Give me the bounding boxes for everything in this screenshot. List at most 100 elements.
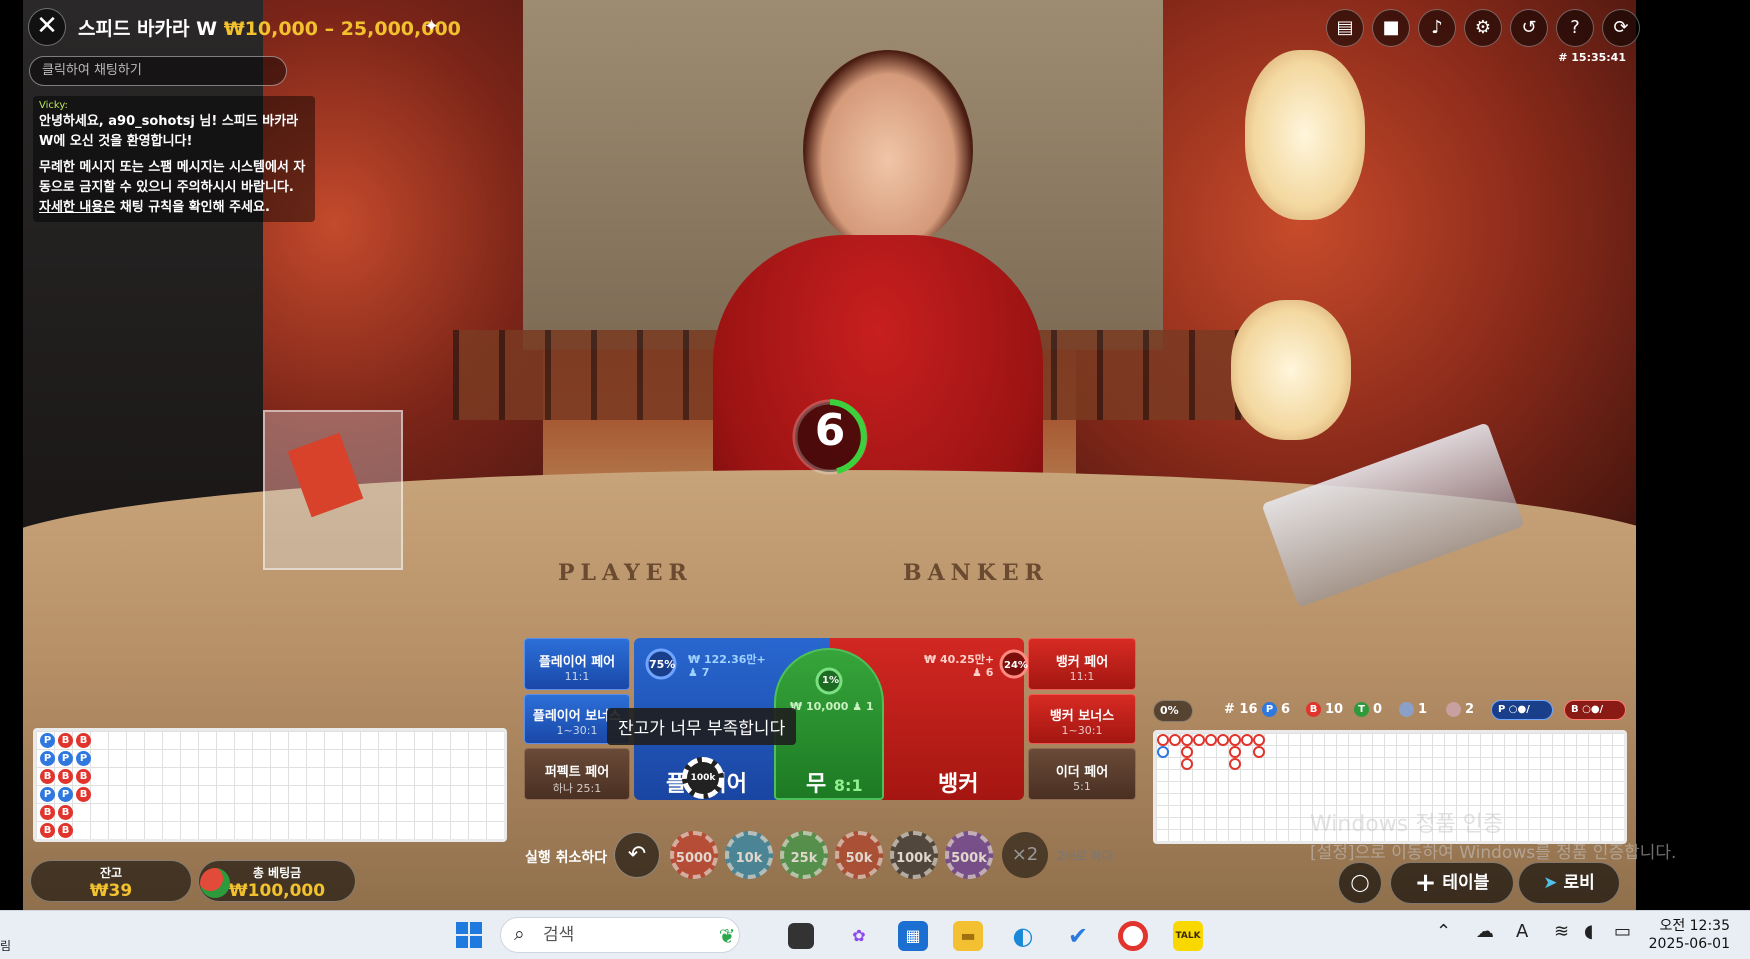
balance-display: 잔고 ₩39	[30, 860, 192, 902]
player-pair-label: 플레이어 페어	[538, 655, 616, 670]
either-pair-spot[interactable]: 이더 페어 5:1	[1028, 748, 1136, 800]
bead-banker: B	[40, 823, 55, 838]
chip-10k[interactable]: 10k	[725, 831, 773, 879]
windows-taskbar: 림 검색 ⌕ ❦ ✿ ▦ ▬ ◐ ✔ TALK ⌃ ☁ A ≋ ◖ ▭ 오전 1…	[0, 910, 1750, 959]
tie-pool-amount: ₩ 10,000	[790, 700, 849, 713]
chip-5000[interactable]: 5000	[670, 831, 718, 879]
chip-100k[interactable]: 100k	[890, 831, 938, 879]
bead-banker: B	[40, 805, 55, 820]
copilot-icon[interactable]: ✿	[844, 921, 874, 951]
taskbar-search[interactable]: 검색	[500, 917, 740, 953]
chat-input[interactable]: 클릭하여 채팅하기	[29, 56, 287, 86]
banker-percent: 24%	[1004, 660, 1028, 671]
todo-icon[interactable]: ✔	[1063, 921, 1093, 951]
tie-percent: 1%	[822, 675, 839, 686]
banker-pair-count: 2	[1446, 702, 1474, 717]
player-prediction-button[interactable]: P ○●/	[1491, 700, 1553, 720]
tie-count-value: 0	[1373, 702, 1383, 717]
banker-pair-count-value: 2	[1465, 702, 1475, 717]
kakaotalk-icon[interactable]: TALK	[1173, 921, 1203, 951]
lobby-button[interactable]: ➤ 로비	[1518, 862, 1620, 904]
chat-toggle-icon[interactable]: ▤	[1326, 9, 1364, 47]
table-banker-text: BANKER	[903, 560, 1049, 586]
chat-welcome-message: 안녕하세요, a90_sohotsj 님! 스피드 바카라 W에 오신 것을 환…	[39, 114, 299, 149]
file-explorer-icon[interactable]: ▬	[953, 921, 983, 951]
taskbar-clock[interactable]: 오전 12:35 2025-06-01	[1649, 917, 1730, 953]
banker-bet-label: 뱅커	[938, 772, 979, 797]
banker-bonus-spot[interactable]: 뱅커 보너스 1~30:1	[1028, 694, 1136, 744]
round-clock: # 15:35:41	[1558, 51, 1626, 64]
settings-gear-icon[interactable]: ⚙	[1464, 9, 1502, 47]
bead-banker: B	[76, 769, 91, 784]
chrome-icon[interactable]	[1118, 921, 1148, 951]
table-name: 스피드 바카라 W	[78, 18, 218, 40]
shuffle-progress: 0%	[1153, 700, 1193, 722]
chat-bubble-button[interactable]: ◯	[1338, 862, 1382, 904]
chip-500k[interactable]: 500k	[945, 831, 993, 879]
tie-odds: 8:1	[833, 776, 863, 795]
chat-rules-link[interactable]: 자세한 내용은	[39, 200, 115, 215]
bead-player: P	[58, 787, 73, 802]
battery-icon[interactable]: ▭	[1614, 921, 1631, 942]
bead-banker: B	[58, 769, 73, 784]
player-pair-dot-icon	[1399, 702, 1414, 717]
undo-label: 실행 취소하다	[525, 850, 608, 866]
bead-banker: B	[58, 823, 73, 838]
banker-prediction-button[interactable]: B ○●/	[1564, 700, 1626, 720]
bead-banker: B	[40, 769, 55, 784]
tables-button[interactable]: + 테이블	[1390, 862, 1514, 904]
balance-label: 잔고	[99, 866, 123, 880]
either-pair-label: 이더 페어	[1055, 765, 1109, 780]
activation-watermark-title: Windows 정품 인증	[1310, 812, 1504, 837]
game-title: 스피드 바카라 W ₩10,000 – 25,000,000	[78, 14, 461, 41]
banker-win-count: B 10	[1306, 702, 1343, 717]
tray-cloud-icon[interactable]: ☁	[1476, 921, 1494, 942]
volume-icon[interactable]: ♪	[1418, 9, 1456, 47]
chip-25k[interactable]: 25k	[780, 831, 828, 879]
bead-banker: B	[76, 733, 91, 748]
banker-pair-spot[interactable]: 뱅커 페어 11:1	[1028, 638, 1136, 690]
player-users-count: 7	[701, 666, 710, 679]
player-pair-spot[interactable]: 플레이어 페어 11:1	[524, 638, 630, 690]
big-road-mark	[1181, 758, 1193, 770]
store-icon[interactable]: ▦	[898, 921, 928, 951]
speaker-icon[interactable]: ◖	[1584, 921, 1593, 942]
user-icon: ♟	[848, 700, 866, 713]
double-button[interactable]: ×2	[1002, 832, 1048, 878]
close-button[interactable]: ✕	[28, 8, 66, 46]
help-icon[interactable]: ?	[1556, 9, 1594, 47]
user-icon: ♟	[688, 666, 702, 679]
big-road-mark	[1241, 734, 1253, 746]
edge-icon[interactable]: ◐	[1008, 921, 1038, 951]
taskbar-edge-text: 림	[0, 939, 12, 953]
video-camera-icon[interactable]: ■	[1372, 9, 1410, 47]
task-view-icon[interactable]	[788, 923, 814, 949]
wifi-icon[interactable]: ≋	[1554, 921, 1569, 942]
bead-road	[33, 728, 507, 842]
chat-rule-text: 무례한 메시지 또는 스팸 메시지는 시스템에서 자동으로 금지할 수 있으니 …	[39, 160, 306, 195]
perfect-pair-label: 퍼펙트 페어	[544, 765, 610, 780]
bead-banker: B	[58, 805, 73, 820]
bead-player: P	[40, 787, 55, 802]
chip-50k[interactable]: 50k	[835, 831, 883, 879]
banker-win-value: 10	[1325, 702, 1344, 717]
tables-label: 테이블	[1442, 873, 1490, 893]
windows-start-icon[interactable]	[454, 921, 484, 951]
player-users: ♟ 7	[688, 666, 709, 679]
banker-bonus-odds: 1~30:1	[1061, 724, 1103, 737]
player-percent: 75%	[649, 658, 676, 671]
fullscreen-icon[interactable]: ⟳	[1602, 9, 1640, 47]
double-label: 2배로 하다	[1057, 849, 1113, 863]
tie-label: 무	[806, 772, 827, 797]
history-icon[interactable]: ↺	[1510, 9, 1548, 47]
perfect-pair-spot[interactable]: 퍼펙트 페어 하나 25:1	[524, 748, 630, 800]
lobby-arrow-icon: ➤	[1543, 873, 1558, 893]
placed-chip: 100k	[682, 757, 724, 799]
big-road-mark	[1229, 746, 1241, 758]
perfect-pair-odds: 하나 25:1	[552, 782, 602, 795]
pin-icon[interactable]: ✦	[424, 16, 439, 37]
undo-button[interactable]: ↶	[614, 832, 660, 878]
player-pair-count-value: 1	[1418, 702, 1428, 717]
tray-chevron-icon[interactable]: ⌃	[1436, 921, 1451, 942]
input-method-icon[interactable]: A	[1516, 921, 1528, 942]
